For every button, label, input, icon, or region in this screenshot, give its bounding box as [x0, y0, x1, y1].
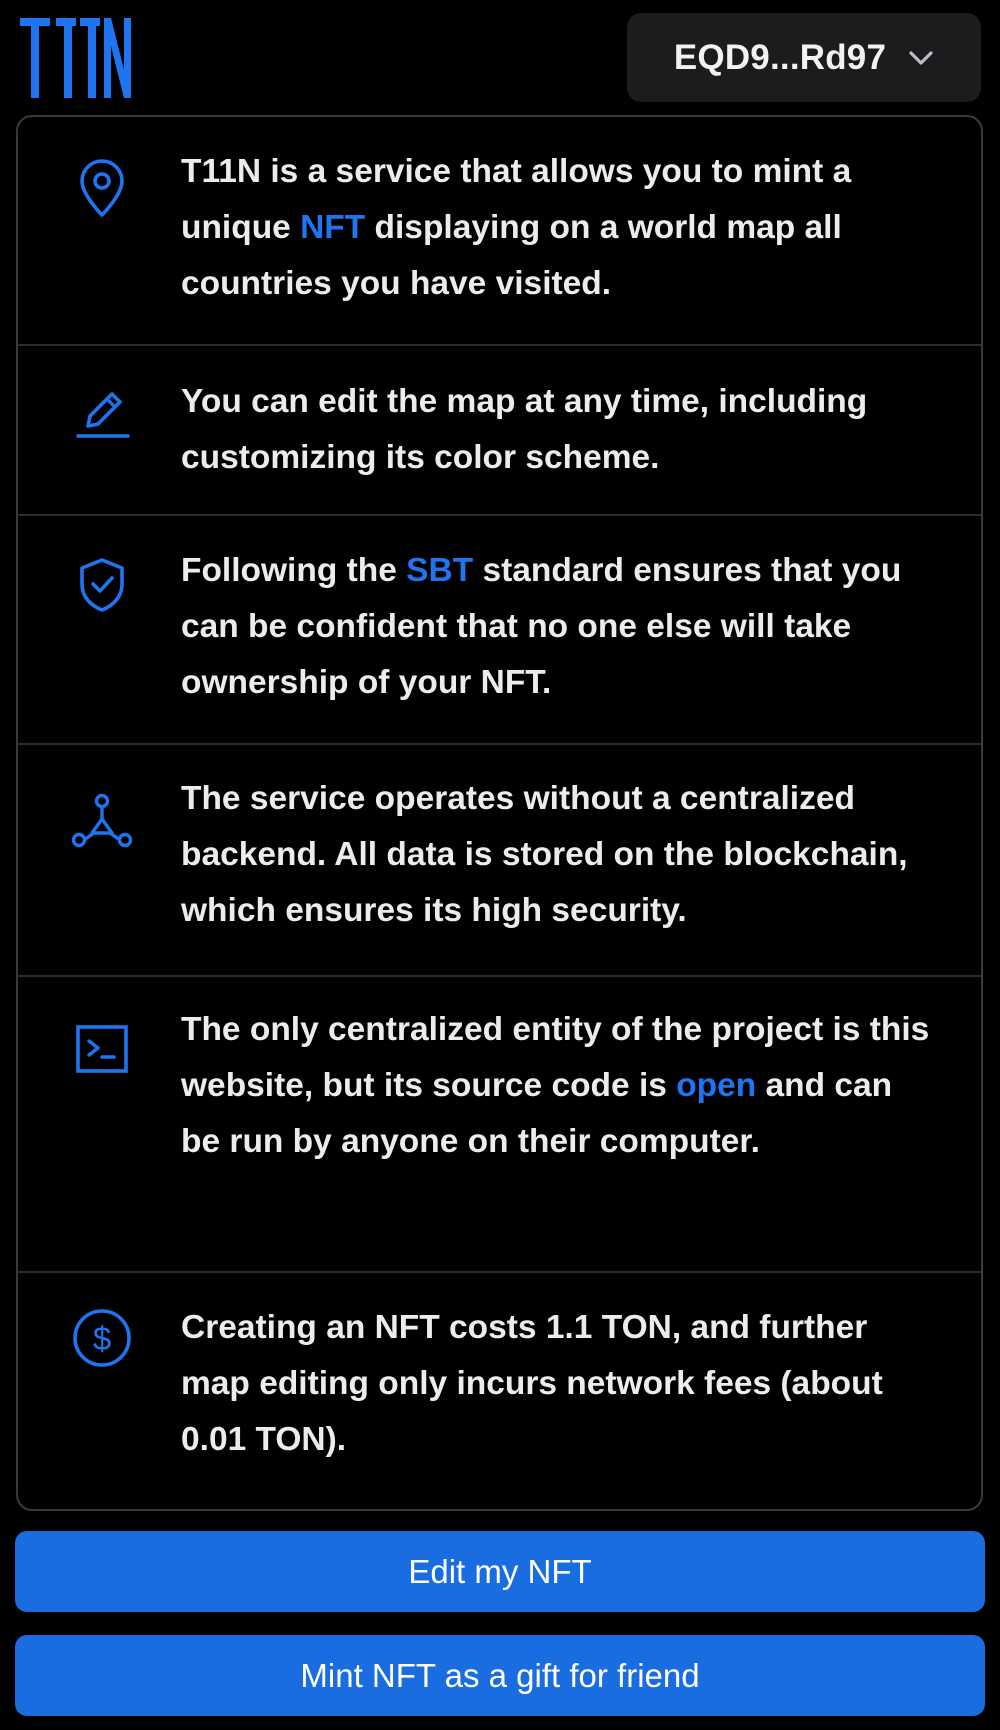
edit-my-nft-button[interactable]: Edit my NFT [15, 1531, 985, 1612]
feature-row-backend: The service operates without a centraliz… [18, 745, 981, 977]
feature-row-sbt: Following the SBT standard ensures that … [18, 516, 981, 745]
network-icon [70, 789, 134, 853]
feature-row-mint: T11N is a service that allows you to min… [18, 117, 981, 346]
feature-text-part: The service operates without a centraliz… [181, 780, 908, 929]
dollar-icon: $ [70, 1306, 134, 1370]
feature-text: The service operates without a centraliz… [181, 771, 931, 939]
map-pin-icon [70, 157, 134, 221]
chevron-down-icon [909, 50, 933, 65]
feature-text: The only centralized entity of the proje… [181, 1002, 931, 1170]
header: EQD9...Rd97 [0, 0, 1000, 112]
pencil-icon [70, 380, 134, 444]
feature-text: You can edit the map at any time, includ… [181, 374, 931, 486]
feature-text-part: Creating an NFT costs 1.1 TON, and furth… [181, 1309, 883, 1458]
open-source-link[interactable]: open [676, 1067, 756, 1104]
mint-gift-nft-button[interactable]: Mint NFT as a gift for friend [15, 1635, 985, 1716]
feature-row-pricing: $ Creating an NFT costs 1.1 TON, and fur… [18, 1273, 981, 1509]
sbt-link[interactable]: SBT [406, 552, 473, 589]
wallet-address-label: EQD9...Rd97 [673, 37, 887, 77]
shield-check-icon [70, 552, 134, 616]
feature-text-part: You can edit the map at any time, includ… [181, 383, 868, 476]
svg-text:$: $ [93, 1320, 111, 1357]
features-card: T11N is a service that allows you to min… [16, 115, 983, 1511]
feature-row-open-source: The only centralized entity of the proje… [18, 977, 981, 1273]
feature-row-edit: You can edit the map at any time, includ… [18, 346, 981, 516]
feature-text-part: Following the [181, 552, 407, 589]
feature-text: T11N is a service that allows you to min… [181, 144, 931, 312]
wallet-address-button[interactable]: EQD9...Rd97 [627, 13, 981, 102]
mint-gift-nft-label: Mint NFT as a gift for friend [300, 1656, 700, 1694]
edit-my-nft-label: Edit my NFT [408, 1552, 592, 1590]
t11n-logo[interactable] [20, 12, 132, 100]
feature-text: Creating an NFT costs 1.1 TON, and furth… [181, 1300, 931, 1468]
terminal-icon [70, 1017, 134, 1081]
nft-link[interactable]: NFT [300, 209, 365, 246]
feature-text: Following the SBT standard ensures that … [181, 543, 931, 711]
